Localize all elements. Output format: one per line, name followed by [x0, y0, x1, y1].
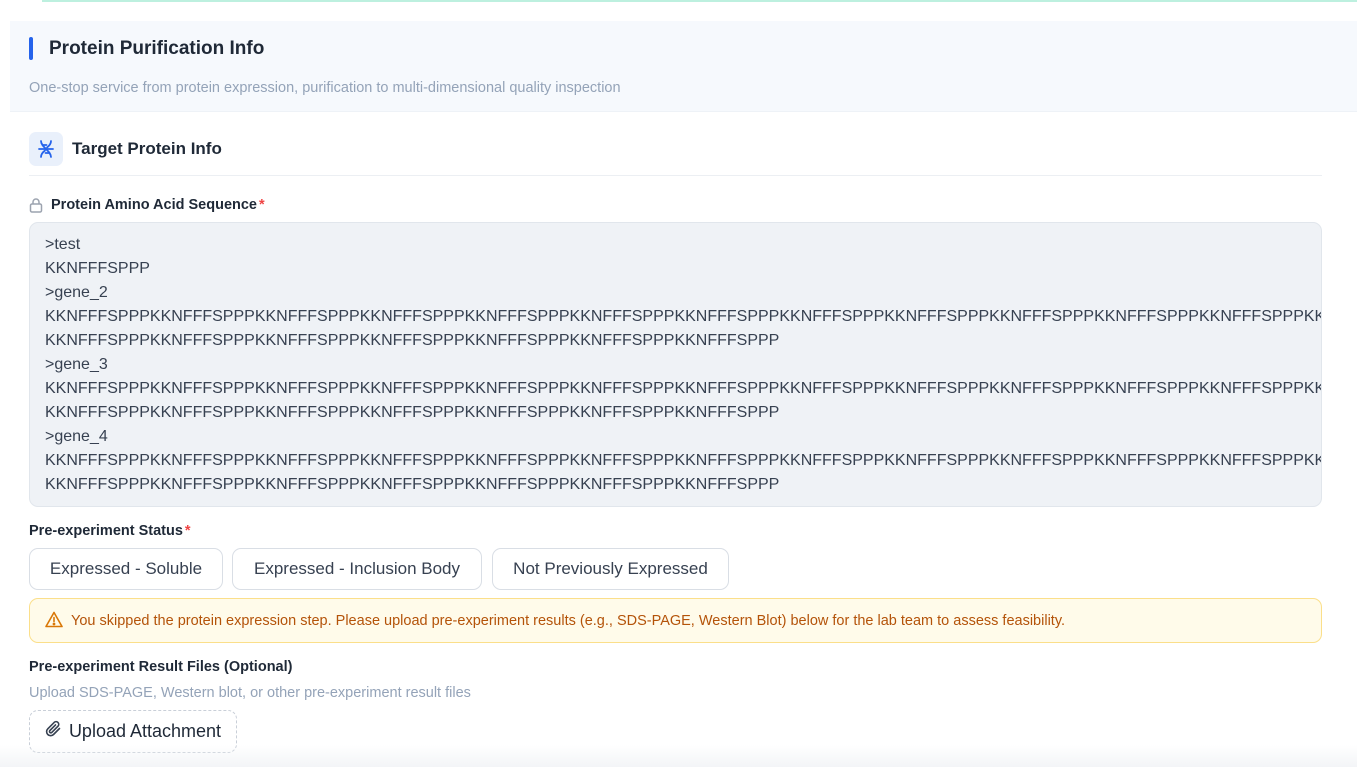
- section-header: Target Protein Info: [29, 131, 1322, 176]
- required-mark: *: [184, 523, 191, 539]
- warning-icon: [45, 611, 63, 633]
- required-mark: *: [259, 197, 265, 213]
- sequence-label: Protein Amino Acid Sequence *: [51, 196, 265, 214]
- warning-text: You skipped the protein expression step.…: [71, 613, 1066, 629]
- upload-attachment-label: Upload Attachment: [68, 721, 222, 741]
- section-title: Target Protein Info: [72, 139, 222, 158]
- page-title: Protein Purification Info: [49, 38, 265, 59]
- top-accent-line: [42, 0, 1357, 2]
- bottom-fade: [0, 745, 1357, 767]
- page-header: Protein Purification Info One-stop servi…: [10, 21, 1357, 112]
- result-files-label: Pre-experiment Result Files (Optional): [29, 659, 293, 675]
- pre-experiment-label: Pre-experiment Status *: [29, 522, 191, 540]
- option-expressed-inclusion-body[interactable]: Expressed - Inclusion Body: [232, 548, 482, 590]
- result-files-hint: Upload SDS-PAGE, Western blot, or other …: [29, 685, 471, 701]
- lock-icon: [29, 197, 43, 218]
- option-expressed-soluble[interactable]: Expressed - Soluble: [29, 548, 223, 590]
- pre-experiment-label-text: Pre-experiment Status: [29, 523, 183, 539]
- dna-icon: [29, 132, 63, 166]
- header-accent-bar: [29, 37, 33, 60]
- page-subtitle: One-stop service from protein expression…: [29, 80, 621, 96]
- sequence-textarea[interactable]: >test KKNFFFSPPP >gene_2 KKNFFFSPPPKKNFF…: [29, 222, 1322, 507]
- sequence-label-text: Protein Amino Acid Sequence: [51, 197, 257, 213]
- paperclip-icon: [45, 720, 63, 743]
- option-not-previously-expressed[interactable]: Not Previously Expressed: [492, 548, 729, 590]
- warning-alert: You skipped the protein expression step.…: [29, 598, 1322, 643]
